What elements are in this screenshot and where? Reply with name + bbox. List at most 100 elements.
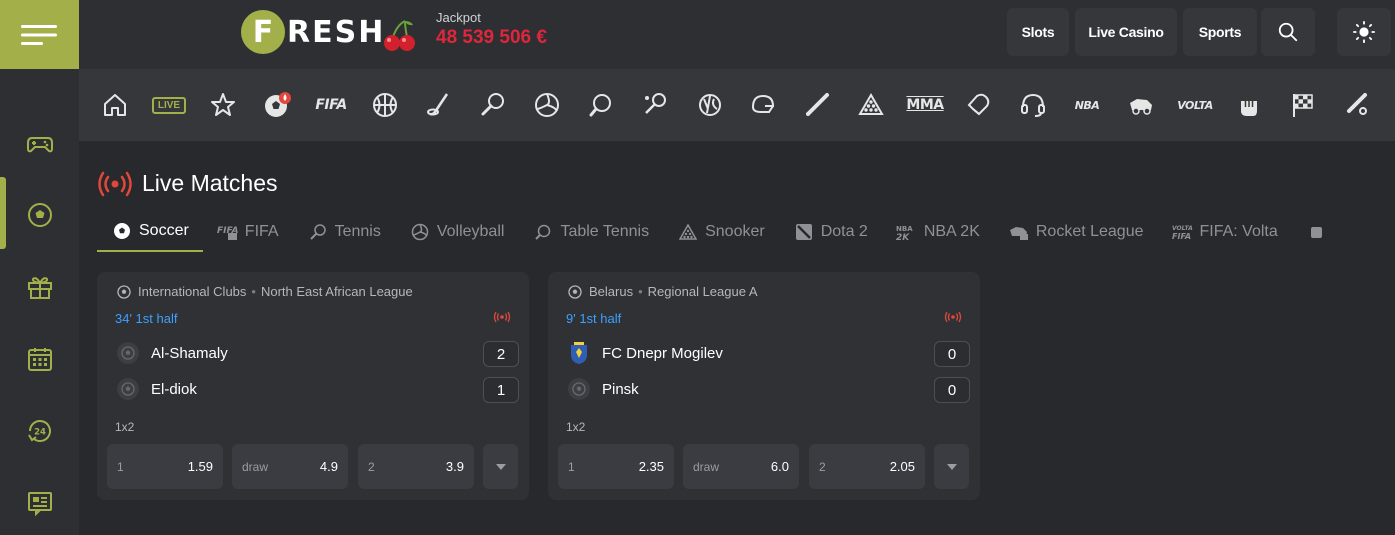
sport-nav-soccer[interactable] <box>261 89 293 121</box>
top-header: F RESH Jackpot 48 539 506 € Slots Live C… <box>79 0 1395 69</box>
fresh-logo[interactable]: F RESH <box>241 10 417 54</box>
tab-label: Soccer <box>139 222 189 239</box>
tab-volleyball[interactable]: Volleyball <box>395 212 519 252</box>
tab-label: Dota 2 <box>820 223 868 240</box>
star-icon <box>211 93 235 116</box>
fifa-label: FIFA <box>315 97 347 113</box>
dota-icon <box>793 223 815 241</box>
sport-nav-fifa-volta[interactable]: VOLTA <box>1175 89 1215 121</box>
sport-nav-mma[interactable]: MMA <box>906 89 944 121</box>
tab-nba-2k[interactable]: NBA 2K NBA 2K <box>882 212 994 252</box>
news-icon <box>27 492 52 517</box>
tab-rocket-league[interactable]: Rocket League <box>994 212 1158 252</box>
sidebar-item-24-7[interactable]: 24 <box>0 395 79 467</box>
sport-nav-basketball[interactable] <box>369 89 401 121</box>
tab-soccer[interactable]: Soccer <box>97 212 203 252</box>
away-score: 0 <box>934 377 970 403</box>
tab-label: FIFA <box>244 223 279 240</box>
live-casino-button[interactable]: Live Casino <box>1075 8 1177 56</box>
sport-nav-badminton[interactable] <box>639 89 671 121</box>
tab-more[interactable] <box>1292 212 1334 252</box>
soccer-ball-icon <box>27 203 52 227</box>
live-badge: LIVE <box>151 96 187 114</box>
market-label: 1x2 <box>566 420 586 434</box>
odd-button-home[interactable]: 1 2.35 <box>558 444 674 489</box>
sport-nav-other[interactable] <box>1341 89 1373 121</box>
slots-button[interactable]: Slots <box>1007 8 1069 56</box>
menu-button[interactable] <box>0 0 79 69</box>
more-markets-button[interactable] <box>934 444 969 489</box>
sport-nav-fifa[interactable]: FIFA <box>311 89 351 121</box>
live-matches-header: Live Matches <box>98 170 278 197</box>
tab-tennis[interactable]: Tennis <box>293 212 395 252</box>
odd-button-home[interactable]: 1 1.59 <box>107 444 223 489</box>
odd-button-away[interactable]: 2 3.9 <box>358 444 474 489</box>
nba2k-icon: NBA 2K <box>896 223 918 241</box>
soccer-ball-icon <box>568 284 582 299</box>
market-label: 1x2 <box>115 420 135 434</box>
sport-nav-snooker[interactable] <box>855 89 887 121</box>
match-card[interactable]: International Clubs • North East African… <box>97 272 529 500</box>
fifa-icon: FIFA <box>217 223 239 241</box>
sidebar-item-sports[interactable] <box>0 179 79 251</box>
sport-icon-nav: LIVE FIFA MMA NBA VOLTA <box>79 69 1395 141</box>
sport-nav-volleyball[interactable] <box>531 89 563 121</box>
tennis-racket-icon <box>307 223 329 241</box>
logo-letter: F <box>241 10 285 54</box>
odd-button-draw[interactable]: draw 4.9 <box>232 444 348 489</box>
sidebar-item-calendar[interactable] <box>0 323 79 395</box>
match-card[interactable]: Belarus • Regional League A 9' 1st half … <box>548 272 980 500</box>
odd-label: 2 <box>819 459 826 474</box>
sport-nav-nba2k[interactable]: NBA <box>1069 89 1105 121</box>
sidebar-item-news[interactable] <box>0 467 79 535</box>
match-time: 34' 1st half <box>115 311 178 326</box>
sport-nav-american-football[interactable] <box>747 89 779 121</box>
soccer-ball-icon <box>117 284 131 299</box>
sport-nav-table-tennis[interactable] <box>585 89 617 121</box>
odd-value: 2.35 <box>638 459 664 474</box>
sports-button[interactable]: Sports <box>1183 8 1257 56</box>
sidebar-item-promotions[interactable] <box>0 251 79 323</box>
sidebar-item-games[interactable] <box>0 107 79 179</box>
tab-label: Volleyball <box>436 223 505 240</box>
more-markets-button[interactable] <box>483 444 518 489</box>
sport-nav-live[interactable]: LIVE <box>151 89 187 121</box>
sport-nav-favorites[interactable] <box>207 89 239 121</box>
sport-nav-motorsport[interactable] <box>1287 89 1319 121</box>
sport-nav-handball[interactable] <box>693 89 725 121</box>
tab-fifa-volta[interactable]: VOLTA FIFA FIFA: Volta <box>1158 212 1292 252</box>
search-button[interactable] <box>1261 8 1315 56</box>
sport-nav-boxing[interactable] <box>963 89 995 121</box>
odd-button-draw[interactable]: draw 6.0 <box>683 444 799 489</box>
odd-button-away[interactable]: 2 2.05 <box>809 444 925 489</box>
tab-snooker[interactable]: Snooker <box>663 212 779 252</box>
odd-value: 1.59 <box>187 459 213 474</box>
team-crest-icon <box>568 342 590 364</box>
match-time: 9' 1st half <box>566 311 622 326</box>
tab-table-tennis[interactable]: Table Tennis <box>518 212 663 252</box>
tab-dota-2[interactable]: Dota 2 <box>779 212 882 252</box>
sport-nav-ice-hockey[interactable] <box>423 89 455 121</box>
sport-nav-tennis[interactable] <box>477 89 509 121</box>
fist-icon <box>1306 223 1328 241</box>
sport-nav-fighting[interactable] <box>1233 89 1265 121</box>
search-icon <box>1278 22 1298 42</box>
team-name: Pinsk <box>602 380 639 398</box>
home-score: 2 <box>483 341 519 367</box>
tab-fifa[interactable]: FIFA FIFA <box>203 212 293 252</box>
caret-down-icon <box>946 463 957 470</box>
theme-toggle-button[interactable] <box>1337 8 1391 56</box>
odd-label: 1 <box>117 459 124 474</box>
home-score: 0 <box>934 341 970 367</box>
tennis-racket-icon <box>481 93 504 116</box>
jackpot[interactable]: Jackpot 48 539 506 € <box>436 10 547 49</box>
jackpot-label: Jackpot <box>436 10 481 25</box>
sport-nav-esports[interactable] <box>1017 89 1049 121</box>
sport-nav-rocket-league[interactable] <box>1125 89 1157 121</box>
snooker-icon <box>677 223 699 241</box>
sport-nav-baseball[interactable] <box>801 89 833 121</box>
sport-nav-home[interactable] <box>99 89 131 121</box>
mma-label: MMA <box>906 97 944 113</box>
table-tennis-icon <box>589 94 611 117</box>
checkered-flag-icon <box>1293 94 1313 117</box>
